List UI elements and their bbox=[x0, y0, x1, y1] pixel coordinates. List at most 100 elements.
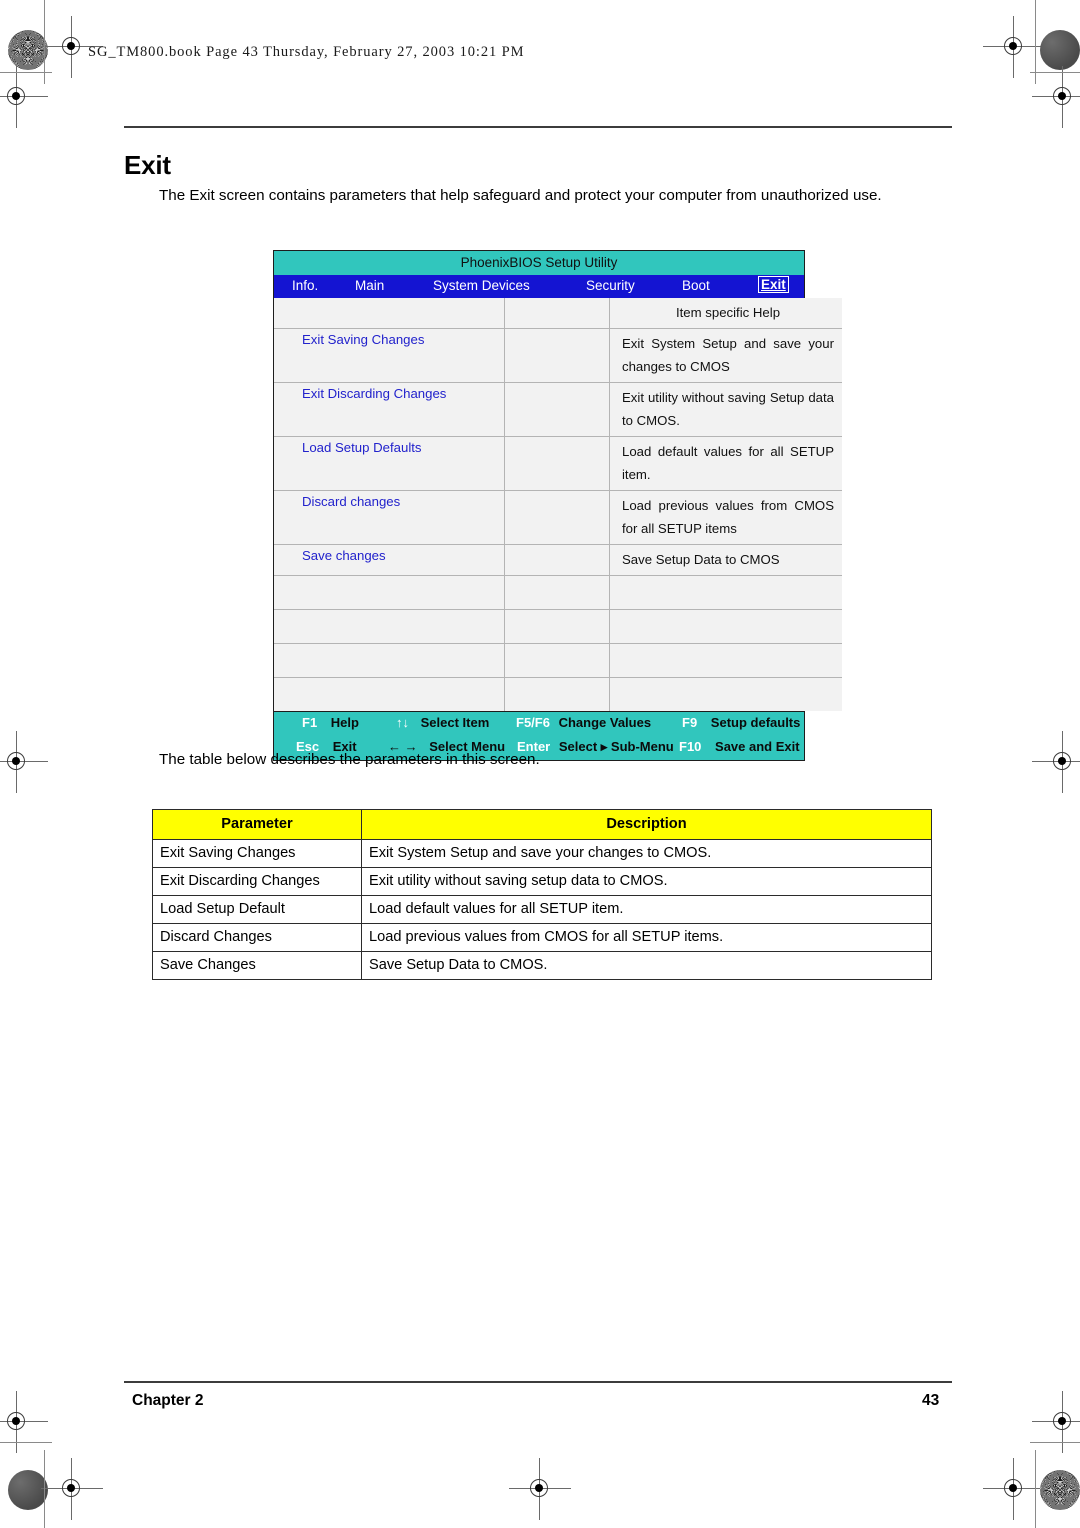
bios-cell-value bbox=[504, 328, 610, 383]
bios-tab-exit[interactable]: Exit bbox=[758, 276, 789, 293]
bios-header-row: Item specific Help bbox=[274, 298, 842, 329]
parameter-table-head: Parameter Description bbox=[152, 809, 932, 840]
bios-item-label: Exit Saving Changes bbox=[302, 332, 425, 347]
bios-cell-value bbox=[504, 544, 610, 576]
bios-cell-item[interactable]: Save changes bbox=[274, 544, 505, 576]
bios-tab-system-devices[interactable]: System Devices bbox=[433, 278, 530, 293]
bios-cell-value bbox=[504, 575, 610, 610]
bios-row-empty bbox=[274, 643, 842, 678]
footer-page-number: 43 bbox=[922, 1392, 940, 1409]
halftone-patch-bottom-right bbox=[1040, 1470, 1080, 1510]
bios-help-text: Load previous values from CMOS for all S… bbox=[622, 498, 834, 536]
header-rule bbox=[124, 126, 952, 128]
bios-help-text: Exit System Setup and save your changes … bbox=[622, 336, 834, 374]
bios-setup-screen: PhoenixBIOS Setup Utility Info. Main Sys… bbox=[273, 250, 842, 761]
bios-cell-help: Save Setup Data to CMOS bbox=[609, 544, 842, 576]
bios-tab-boot[interactable]: Boot bbox=[682, 278, 710, 293]
footer-chapter-label: Chapter 2 bbox=[132, 1392, 204, 1409]
bios-cell-item[interactable]: Exit Discarding Changes bbox=[274, 382, 505, 437]
bios-cell-item[interactable]: Load Setup Defaults bbox=[274, 436, 505, 491]
registration-mark-middle-right bbox=[1032, 731, 1080, 793]
cell-parameter: Load Setup Default bbox=[152, 895, 362, 924]
bios-cell-help: Item specific Help bbox=[609, 298, 842, 329]
trim-line-bottom-right bbox=[1030, 1442, 1080, 1444]
table-lead-paragraph: The table below describes the parameters… bbox=[159, 751, 540, 768]
registration-mark-lower-left bbox=[0, 1391, 48, 1453]
bios-row-empty bbox=[274, 609, 842, 644]
cell-description: Load default values for all SETUP item. bbox=[361, 895, 932, 924]
up-down-arrow-icon: ↑↓ bbox=[396, 715, 409, 730]
page-title: Exit bbox=[124, 150, 171, 180]
bios-function-key-row-1: F1 Help ↑↓ Select Item F5/F6 Change Valu… bbox=[274, 712, 804, 736]
bios-tab-security[interactable]: Security bbox=[586, 278, 635, 293]
halftone-patch-bottom-left bbox=[8, 1470, 48, 1510]
bios-row-save-changes[interactable]: Save changes Save Setup Data to CMOS bbox=[274, 544, 842, 576]
registration-mark-bottom-right bbox=[983, 1458, 1045, 1520]
bios-cell-item bbox=[274, 298, 505, 329]
bios-cell-item bbox=[274, 609, 505, 644]
halftone-patch-top-right bbox=[1040, 30, 1080, 70]
registration-mark-upper-left bbox=[0, 66, 48, 128]
column-header-parameter: Parameter bbox=[152, 809, 362, 840]
bios-cell-help: Load previous values from CMOS for all S… bbox=[609, 490, 842, 545]
trim-line-left-bottom bbox=[44, 1450, 46, 1528]
bios-row-empty bbox=[274, 677, 842, 711]
table-header-row: Parameter Description bbox=[152, 809, 932, 840]
bios-help-text: Load default values for all SETUP item. bbox=[622, 444, 834, 482]
bios-key-f5-f6[interactable]: F5/F6 bbox=[516, 715, 550, 730]
bios-item-label: Save changes bbox=[302, 548, 386, 563]
bios-key-f1[interactable]: F1 bbox=[302, 715, 317, 730]
trim-line-top-left bbox=[0, 72, 52, 74]
bios-key-f9[interactable]: F9 bbox=[682, 715, 697, 730]
intro-paragraph: The Exit screen contains parameters that… bbox=[159, 187, 882, 204]
bios-item-label: Discard changes bbox=[302, 494, 401, 509]
bios-title-bar: PhoenixBIOS Setup Utility bbox=[274, 251, 804, 275]
bios-row-empty bbox=[274, 575, 842, 610]
bios-item-label: Exit Discarding Changes bbox=[302, 386, 447, 401]
bios-tab-info[interactable]: Info. bbox=[292, 278, 318, 293]
registration-mark-upper-right bbox=[1032, 66, 1080, 128]
bios-cell-item bbox=[274, 677, 505, 711]
cell-description: Exit utility without saving setup data t… bbox=[361, 867, 932, 896]
cell-description: Load previous values from CMOS for all S… bbox=[361, 923, 932, 952]
bios-cell-item bbox=[274, 643, 505, 678]
bios-cell-item bbox=[274, 575, 505, 610]
bios-tab-main[interactable]: Main bbox=[355, 278, 384, 293]
trim-line-bottom-left bbox=[0, 1442, 52, 1444]
registration-mark-lower-right bbox=[1032, 1391, 1080, 1453]
parameter-table: Parameter Description Exit Saving Change… bbox=[152, 809, 932, 980]
bios-row-exit-saving-changes[interactable]: Exit Saving Changes Exit System Setup an… bbox=[274, 328, 842, 383]
bios-key-f10-label: Save and Exit bbox=[715, 739, 800, 754]
bios-cell-help: Exit utility without saving Setup data t… bbox=[609, 382, 842, 437]
bios-item-grid: Item specific Help Exit Saving Changes E… bbox=[274, 298, 842, 711]
registration-mark-bottom-center bbox=[509, 1458, 571, 1520]
running-header: SG_TM800.book Page 43 Thursday, February… bbox=[88, 44, 525, 60]
bios-key-select-item-label: Select Item bbox=[420, 715, 490, 730]
bios-cell-item[interactable]: Exit Saving Changes bbox=[274, 328, 505, 383]
bios-key-f1-label: Help bbox=[330, 715, 359, 730]
bios-cell-value bbox=[504, 298, 610, 329]
parameter-table-body: Exit Saving Changes Exit System Setup an… bbox=[152, 839, 932, 980]
bios-row-discard-changes[interactable]: Discard changes Load previous values fro… bbox=[274, 490, 842, 545]
bios-cell-help: Exit System Setup and save your changes … bbox=[609, 328, 842, 383]
bios-cell-help bbox=[609, 609, 842, 644]
bios-cell-help bbox=[609, 575, 842, 610]
cell-description: Exit System Setup and save your changes … bbox=[361, 839, 932, 868]
bios-row-load-setup-defaults[interactable]: Load Setup Defaults Load default values … bbox=[274, 436, 842, 491]
bios-cell-item[interactable]: Discard changes bbox=[274, 490, 505, 545]
bios-key-f10[interactable]: F10 bbox=[679, 739, 701, 754]
registration-mark-middle-left bbox=[0, 731, 48, 793]
cell-parameter: Exit Discarding Changes bbox=[152, 867, 362, 896]
cell-parameter: Exit Saving Changes bbox=[152, 839, 362, 868]
registration-mark-top-left bbox=[41, 16, 103, 78]
bios-row-exit-discarding-changes[interactable]: Exit Discarding Changes Exit utility wit… bbox=[274, 382, 842, 437]
bios-help-text: Save Setup Data to CMOS bbox=[622, 552, 780, 567]
registration-mark-bottom-left bbox=[41, 1458, 103, 1520]
bios-cell-help bbox=[609, 677, 842, 711]
table-row: Exit Discarding Changes Exit utility wit… bbox=[152, 867, 932, 896]
cell-parameter: Discard Changes bbox=[152, 923, 362, 952]
bios-help-column-title: Item specific Help bbox=[675, 305, 781, 320]
table-row: Discard Changes Load previous values fro… bbox=[152, 923, 932, 952]
table-row: Save Changes Save Setup Data to CMOS. bbox=[152, 951, 932, 980]
column-header-description: Description bbox=[361, 809, 932, 840]
